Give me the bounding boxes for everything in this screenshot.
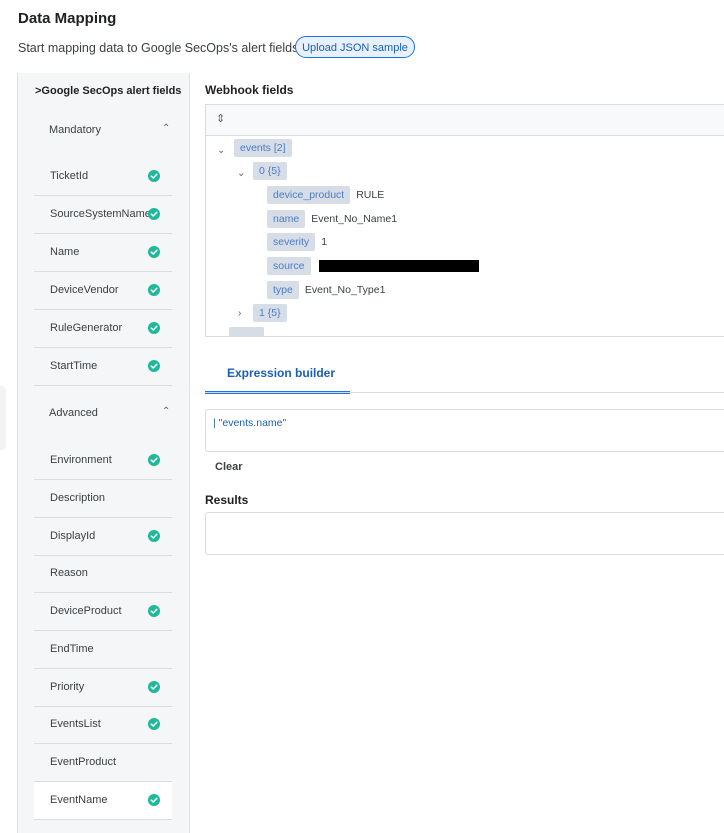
tree-node-severity[interactable]: severity 1 [267, 233, 327, 251]
field-item-environment[interactable]: Environment [34, 442, 172, 480]
tree-node-item-0[interactable]: 0 {5} [253, 162, 287, 180]
tabs-divider [205, 392, 724, 393]
field-label: EventsList [50, 718, 101, 730]
alert-fields-sidebar: >Google SecOps alert fields Mandatory ⌃ … [17, 73, 190, 833]
check-circle-icon [148, 530, 160, 542]
results-output [205, 512, 724, 555]
redaction-bar [318, 260, 479, 273]
page-subtitle: Start mapping data to Google SecOps's al… [18, 41, 302, 55]
field-label: DeviceVendor [50, 284, 119, 296]
check-circle-icon [148, 605, 160, 617]
page-title: Data Mapping [18, 10, 117, 27]
tree-node-source[interactable]: source [267, 257, 479, 275]
tree-node-events[interactable]: events [2] [234, 139, 292, 157]
chevron-down-icon[interactable]: ⌄ [217, 145, 225, 156]
field-label: Environment [50, 454, 112, 466]
sort-icon[interactable]: ⇕ [216, 112, 225, 125]
field-item-eventslist[interactable]: EventsList [34, 706, 172, 744]
tab-label: Expression builder [227, 366, 336, 380]
tree-key: device_product [267, 186, 351, 204]
field-item-endtime[interactable]: EndTime [34, 631, 172, 669]
tree-key: source [267, 257, 311, 275]
tree-node-item-1[interactable]: 1 {5} [253, 304, 287, 322]
field-item-rulegenerator[interactable]: RuleGenerator [34, 310, 172, 348]
results-label: Results [205, 493, 249, 507]
tree-node-cutoff: ____ [229, 327, 265, 336]
group-header-advanced[interactable]: Advanced [49, 407, 98, 419]
expression-text: | "events.name" [213, 417, 287, 429]
tree-value: 1 [321, 236, 328, 248]
field-label: EventProduct [50, 756, 117, 768]
field-item-reason[interactable]: Reason [34, 555, 172, 593]
check-circle-icon [148, 170, 160, 182]
field-item-devicevendor[interactable]: DeviceVendor [34, 272, 172, 310]
field-label: DeviceProduct [50, 605, 122, 617]
check-circle-icon [148, 718, 160, 730]
check-circle-icon [148, 360, 160, 372]
tree-key: severity [267, 233, 316, 251]
chevron-up-icon[interactable]: ⌃ [162, 406, 170, 417]
check-circle-icon [148, 794, 160, 806]
check-circle-icon [148, 208, 160, 220]
field-label: RuleGenerator [50, 322, 123, 334]
field-item-deviceproduct[interactable]: DeviceProduct [34, 593, 172, 631]
chevron-right-icon[interactable]: › [238, 308, 241, 319]
field-item-eventproduct[interactable]: EventProduct [34, 744, 172, 782]
field-item-description[interactable]: Description [34, 480, 172, 518]
field-label: EventName [50, 794, 108, 806]
check-circle-icon [148, 454, 160, 466]
chevron-down-icon[interactable]: ⌄ [237, 168, 245, 179]
field-item-displayid[interactable]: DisplayId [34, 518, 172, 556]
tree-key: 1 {5} [253, 304, 287, 322]
check-circle-icon [148, 681, 160, 693]
field-item-sourcesystemname[interactable]: SourceSystemName [34, 196, 172, 234]
field-label: StartTime [50, 360, 98, 372]
tree-key-cutoff: ____ [229, 327, 265, 336]
field-label: Name [50, 246, 80, 258]
webhook-fields-label: Webhook fields [205, 83, 294, 97]
tree-value: Event_No_Name1 [311, 213, 398, 225]
field-label: SourceSystemName [50, 208, 151, 220]
tree-toolbar: ⇕ [206, 105, 724, 136]
check-circle-icon [148, 322, 160, 334]
field-item-priority[interactable]: Priority [34, 669, 172, 707]
tree-key: type [267, 281, 299, 299]
group-header-mandatory[interactable]: Mandatory [49, 124, 101, 136]
tree-node-device-product[interactable]: device_product RULE [267, 186, 384, 204]
chevron-up-icon[interactable]: ⌃ [162, 123, 170, 134]
field-label: Reason [50, 567, 88, 579]
tab-expression-builder[interactable]: Expression builder [205, 355, 350, 394]
field-item-starttime[interactable]: StartTime [34, 348, 172, 386]
field-label: DisplayId [50, 530, 96, 542]
tree-value: Event_No_Type1 [304, 284, 386, 296]
redacted-value [317, 260, 479, 273]
field-label: Priority [50, 681, 85, 693]
field-label: TicketId [50, 170, 89, 182]
expression-input[interactable]: | "events.name" [205, 409, 724, 452]
field-label: Description [50, 492, 106, 504]
clear-button[interactable]: Clear [215, 461, 243, 473]
upload-json-sample-button[interactable]: Upload JSON sample [295, 36, 415, 58]
field-item-ticketid[interactable]: TicketId [34, 158, 172, 196]
collapse-handle[interactable] [0, 386, 6, 450]
tree-key: events [2] [234, 139, 292, 157]
check-circle-icon [148, 284, 160, 296]
check-circle-icon [148, 246, 160, 258]
tree-value: RULE [356, 189, 385, 201]
json-tree-panel[interactable]: ⇕ ⌄ events [2] ⌄ 0 {5} device_product RUL… [205, 104, 724, 337]
tree-node-type[interactable]: type Event_No_Type1 [267, 281, 385, 299]
tree-node-name[interactable]: name Event_No_Name1 [267, 210, 397, 228]
tree-key: 0 {5} [253, 162, 287, 180]
field-item-name[interactable]: Name [34, 234, 172, 272]
tree-key: name [267, 210, 306, 228]
field-item-eventname[interactable]: EventName [34, 782, 172, 820]
field-label: EndTime [50, 643, 94, 655]
sidebar-title: >Google SecOps alert fields [35, 85, 182, 97]
